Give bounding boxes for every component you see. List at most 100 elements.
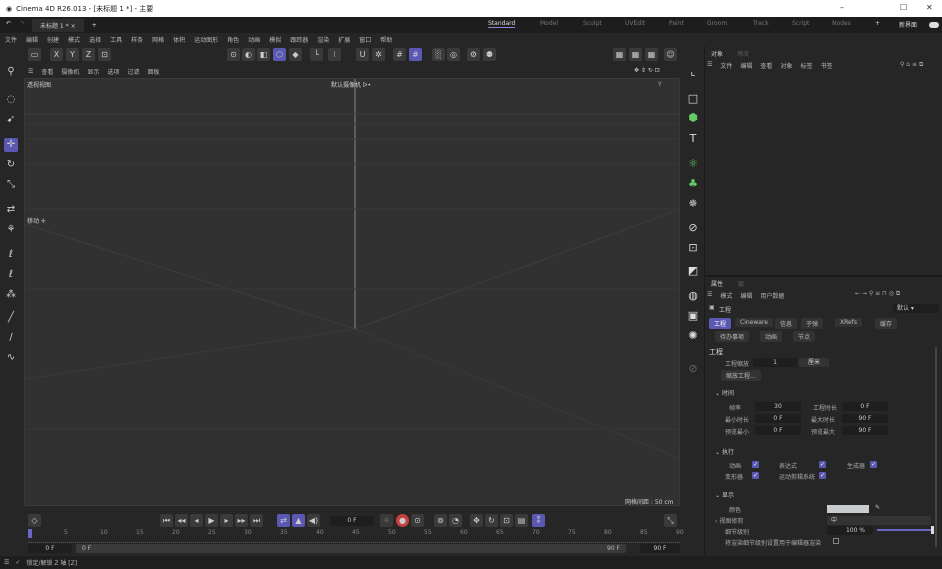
play-icon[interactable]: ▶ [205,514,218,527]
add-tab-button[interactable]: + [92,22,97,29]
view-clip-label[interactable]: › 视图修剪 [715,516,743,525]
edges-mode-icon[interactable]: ◐ [242,48,255,61]
maximize-button[interactable]: ☐ [900,3,907,12]
edit-render-settings-icon[interactable]: ▦ [645,48,658,61]
key-parameter-icon[interactable]: ▤ [515,514,528,527]
render-lod-checkbox[interactable] [833,538,839,544]
subtab-info[interactable]: 信息 [775,318,798,329]
key-rotation-icon[interactable]: ↻ [485,514,498,527]
status-menu-icon[interactable]: ☰ [4,559,9,566]
menu-tools[interactable]: 工具 [110,35,122,44]
record-icon[interactable]: ● [396,514,409,527]
viewport-menu-display[interactable]: 显示 [87,67,99,76]
tab-attributes[interactable]: 属性 [711,279,723,288]
subtab-nodes[interactable]: 节点 [793,331,816,342]
spline-sketch-icon[interactable]: ℓ [4,268,18,282]
viewport-camera[interactable]: 默认摄像机 ᐅ• [331,80,371,89]
menu-help[interactable]: 帮助 [380,35,392,44]
search-icon[interactable]: ⚲ [4,65,18,79]
min-time-field[interactable]: 0 F [755,414,801,423]
menu-create[interactable]: 创建 [47,35,59,44]
redo-icon[interactable]: ↷ [20,20,25,27]
coordinate-manager-icon[interactable]: ⌞ [685,64,701,80]
object-menu-tags[interactable]: 标签 [800,61,812,70]
transform-tool-icon[interactable]: ⇄ [4,203,18,217]
rotate-tool-icon[interactable]: ↻ [4,158,18,172]
layout-tab-groom[interactable]: Groom [707,20,727,27]
workplane-icon[interactable]: └ [310,48,323,61]
new-ui-toggle[interactable] [929,22,939,28]
menu-volume[interactable]: 体积 [173,35,185,44]
fps-field[interactable]: 30 [755,402,801,411]
key-pla-icon[interactable]: ⁑ [532,514,545,527]
keyframe-icon[interactable]: ◇ [28,514,41,527]
loop-icon[interactable]: ⇄ [277,514,290,527]
exec-section-toggle[interactable]: ⌄ 执行 [715,447,734,456]
eyedropper-icon[interactable]: ✎ [875,504,880,511]
select-paint-icon[interactable]: ⁂ [4,288,18,302]
layout-tab-nodes[interactable]: Nodes [832,20,851,27]
menu-extensions[interactable]: 扩展 [338,35,350,44]
exec-expressions-checkbox[interactable]: ✓ [819,461,826,468]
object-menu-bookmarks[interactable]: 书签 [820,61,832,70]
viewport-perspective[interactable]: 透视视图 默认摄像机 ᐅ• Y 移动 ✛ 网格间距 : 50 cm [24,78,680,506]
display-section-toggle[interactable]: ⌄ 显示 [715,490,734,499]
object-menu-icon[interactable]: ☰ [707,61,712,70]
preview-range-bar[interactable]: 0 F 90 F [76,544,626,553]
keyframe-selection-icon[interactable]: ⊚ [434,514,447,527]
sound-icon[interactable]: ◀) [307,514,320,527]
menu-tracker[interactable]: 跟踪器 [290,35,308,44]
placement-tool-icon[interactable]: ⚘ [4,223,18,237]
solo-icon[interactable]: ⁝ [328,48,341,61]
render-settings-icon[interactable]: ⚙ [467,48,480,61]
cube-object-icon[interactable]: ⬢ [685,110,701,126]
tab-takes[interactable]: 场次 [737,49,749,58]
scale-tool-icon[interactable]: ⤡ [4,178,18,192]
brush-icon[interactable]: ╱ [4,311,18,325]
quantize-icon[interactable]: # [409,48,422,61]
lod-slider[interactable] [877,529,933,531]
menu-window[interactable]: 窗口 [359,35,371,44]
layout-tab-script[interactable]: Script [792,20,809,27]
coordinate-system-icon[interactable]: ⊡ [98,48,111,61]
menu-character[interactable]: 角色 [227,35,239,44]
timeline-scale-icon[interactable]: ⤡ [664,514,677,527]
object-menu-view[interactable]: 查看 [760,61,772,70]
next-frame-icon[interactable]: ▸ [220,514,233,527]
menu-edit[interactable]: 编辑 [26,35,38,44]
layout-tab-standard[interactable]: Standard [488,20,516,28]
menu-mesh[interactable]: 网格 [152,35,164,44]
snap-icon[interactable]: U [356,48,369,61]
lod-field[interactable]: 100 % [827,526,873,535]
autokey-icon[interactable]: ⊙ [411,514,424,527]
viewport-nav-icons[interactable]: ✥ ⇕ ↻ ⊡ [634,67,660,74]
grid-icon[interactable]: # [393,48,406,61]
preview-min-field[interactable]: 0 F [755,426,801,435]
object-menu-file[interactable]: 文件 [720,61,732,70]
model-mode-icon[interactable]: ▭ [28,48,41,61]
render-view-icon[interactable]: ▦ [613,48,626,61]
tab-layers[interactable]: 层 [738,279,744,288]
select-icon[interactable]: ◌ [4,93,18,107]
go-start-icon[interactable]: ⏮ [160,514,173,527]
tag-icon[interactable]: ⊘ [685,361,701,377]
go-end-icon[interactable]: ⏭ [250,514,263,527]
playhead[interactable] [28,529,32,538]
scene-icon[interactable]: ◩ [685,263,701,279]
close-button[interactable]: ✕ [926,3,933,12]
timeline-ruler[interactable]: 051015202530354045505560657075808590 [28,529,684,543]
add-layout-button[interactable]: + [875,20,880,27]
viewport-menu-icon[interactable]: ☰ [28,68,33,75]
attribute-menu-mode[interactable]: 模式 [720,291,732,300]
layout-tab-model[interactable]: Model [540,20,558,27]
view-clip-dropdown[interactable]: 中 [827,516,931,525]
soft-selection-icon[interactable]: ░ [432,48,445,61]
prev-key-icon[interactable]: ◂◂ [175,514,188,527]
preset-dropdown[interactable]: 默认 ▾ [893,304,939,313]
subtab-cineware[interactable]: Cineware [735,318,773,327]
polygons-mode-icon[interactable]: ◧ [257,48,270,61]
magnet-icon[interactable]: ∿ [4,351,18,365]
scale-unit-dropdown[interactable]: 厘米 [799,358,829,367]
symmetry-icon[interactable]: ◎ [447,48,460,61]
attribute-menu-userdata[interactable]: 用户数据 [760,291,784,300]
